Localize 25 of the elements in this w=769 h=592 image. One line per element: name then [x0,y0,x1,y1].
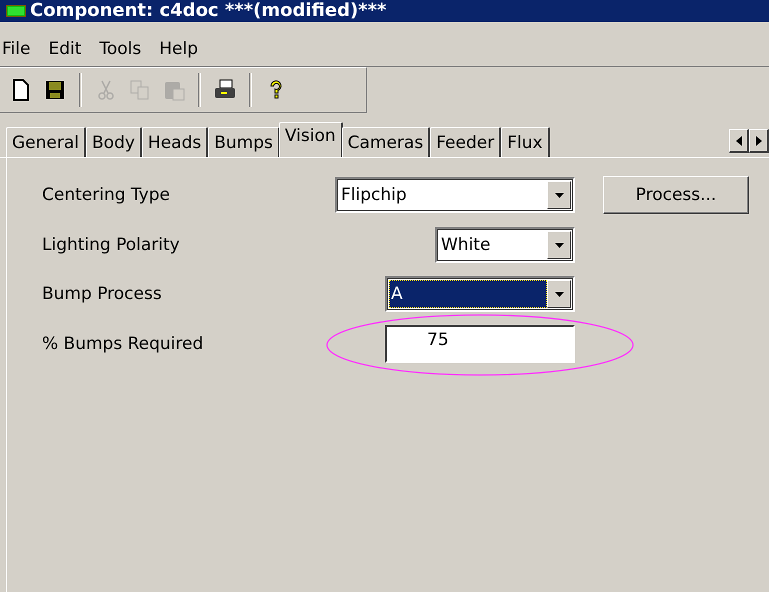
field-label: % Bumps Required [42,334,204,354]
window-title: Component: c4doc ***(modified)*** [30,0,386,22]
input-field[interactable]: 75 [385,325,575,363]
chip-icon [6,5,26,17]
tab[interactable]: Feeder [430,127,502,157]
tab[interactable]: Heads [142,127,208,157]
tab[interactable]: Vision [278,122,343,157]
tab[interactable]: General [6,127,86,157]
scroll-right-icon[interactable] [749,129,769,153]
field-label: Centering Type [42,185,171,205]
dropdown[interactable]: White [435,227,575,263]
menu-item[interactable]: File [0,39,32,59]
scroll-left-icon[interactable] [729,129,749,153]
menu-item[interactable]: Help [157,39,200,59]
field-label: Lighting Polarity [42,235,181,255]
tab[interactable]: Bumps [208,127,280,157]
menu-item[interactable]: Tools [97,39,144,59]
dropdown[interactable]: A [385,276,575,312]
tab[interactable]: Body [86,127,142,157]
field-label: Bump Process [42,284,163,304]
menu-item[interactable]: Edit [46,39,84,59]
tab[interactable]: Cameras [342,127,430,157]
dropdown[interactable]: Flipchip [335,177,575,213]
process-button[interactable]: Process... [603,176,749,214]
tab[interactable]: Flux [501,127,550,157]
